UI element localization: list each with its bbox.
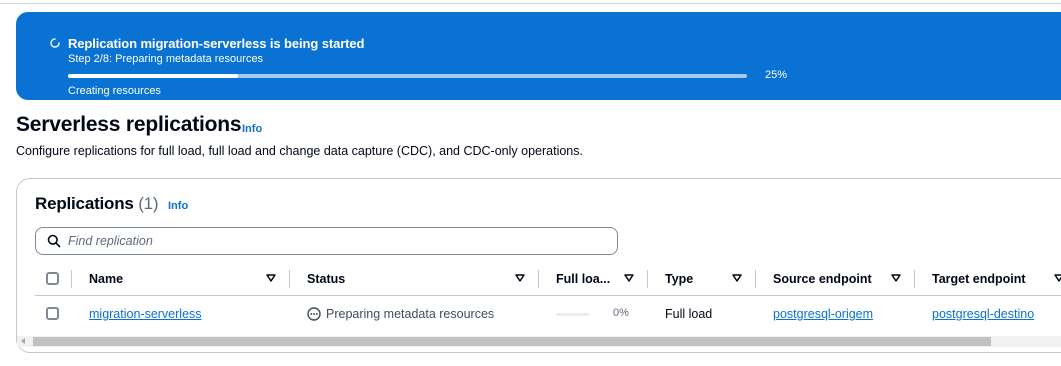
sort-caret-down-icon[interactable] — [515, 273, 525, 283]
horizontal-scrollbar-thumb[interactable] — [33, 337, 991, 346]
column-header-source-endpoint[interactable]: Source endpoint — [773, 272, 872, 286]
replications-info-link[interactable]: Info — [168, 200, 188, 212]
flash-progress-bar — [68, 74, 747, 78]
flash-banner: Replication migration-serverless is bein… — [16, 12, 1061, 100]
flash-title: Replication migration-serverless is bein… — [68, 36, 365, 51]
column-divider — [71, 270, 72, 288]
table-header-divider — [35, 295, 1061, 296]
column-divider[interactable] — [289, 270, 290, 288]
replication-type: Full load — [665, 307, 713, 321]
top-divider — [0, 3, 1061, 4]
sort-caret-down-icon[interactable] — [1054, 273, 1061, 283]
search-field[interactable] — [35, 227, 618, 255]
loading-spinner-icon — [50, 38, 60, 48]
column-header-target-endpoint[interactable]: Target endpoint — [932, 272, 1026, 286]
column-divider[interactable] — [538, 270, 539, 288]
replications-count: (1) — [138, 194, 159, 213]
source-endpoint-link[interactable]: postgresql-origem — [773, 307, 873, 321]
sort-caret-down-icon[interactable] — [624, 273, 634, 283]
column-header-full-load[interactable]: Full loa... — [556, 272, 610, 286]
column-divider[interactable] — [647, 270, 648, 288]
page-description: Configure replications for full load, fu… — [16, 144, 583, 158]
sort-caret-down-icon[interactable] — [266, 273, 276, 283]
status-text: Preparing metadata resources — [326, 307, 495, 321]
page-info-link[interactable]: Info — [242, 123, 262, 135]
column-header-name[interactable]: Name — [89, 272, 123, 286]
flash-progress-fill — [68, 74, 238, 78]
column-header-type[interactable]: Type — [665, 272, 693, 286]
sort-caret-down-icon[interactable] — [732, 273, 742, 283]
full-load-progress-bar — [556, 313, 589, 316]
column-divider[interactable] — [914, 270, 915, 288]
full-load-percent: 0% — [613, 307, 629, 319]
flash-substatus: Creating resources — [68, 85, 161, 97]
select-all-checkbox[interactable] — [46, 272, 59, 285]
sort-caret-down-icon[interactable] — [891, 273, 901, 283]
search-input[interactable] — [68, 230, 608, 252]
page-title: Serverless replications — [16, 113, 242, 136]
replication-name-link[interactable]: migration-serverless — [89, 307, 202, 321]
flash-progress-percent: 25% — [765, 69, 788, 81]
pending-ellipsis-icon — [307, 307, 321, 321]
scroll-left-arrow-icon[interactable] — [21, 338, 25, 344]
column-header-status[interactable]: Status — [307, 272, 345, 286]
flash-step: Step 2/8: Preparing metadata resources — [68, 53, 264, 65]
replications-heading: Replications (1) — [35, 194, 159, 214]
target-endpoint-link[interactable]: postgresql-destino — [932, 307, 1034, 321]
replications-title: Replications — [35, 194, 134, 213]
search-icon — [47, 234, 61, 248]
row-select-checkbox[interactable] — [46, 307, 59, 320]
column-divider[interactable] — [755, 270, 756, 288]
